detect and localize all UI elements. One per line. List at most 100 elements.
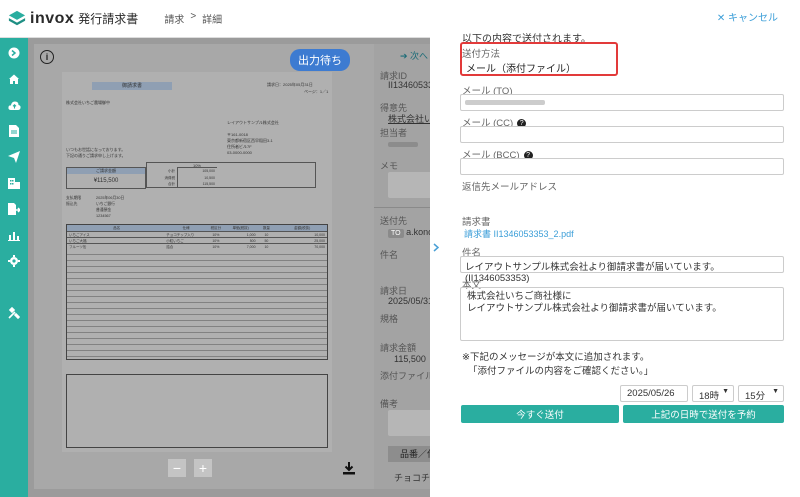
payment-value: 1234567 — [96, 214, 111, 218]
app-logo[interactable]: invox 発行請求書 — [8, 10, 138, 28]
app-subtitle: 発行請求書 — [78, 12, 139, 26]
breadcrumb-invoices[interactable]: 請求 — [164, 11, 184, 26]
doc-date: 請求日：2025年05月31日 — [267, 82, 313, 87]
close-icon: ✕ — [716, 13, 726, 24]
item-spec: 小粒いちご — [166, 239, 184, 243]
send-method-label: 送付方法 — [462, 49, 501, 60]
append-note: ※下記のメッセージが本文に追加されます。 — [462, 352, 650, 363]
invoice-document: 御請求書 請求日：2025年05月31日 ページ：1／1 株式会社いちご農場御中… — [62, 72, 332, 452]
download-icon[interactable] — [342, 461, 356, 478]
gear-icon[interactable] — [0, 248, 28, 274]
send-minute-select[interactable]: 15分 ▼ — [738, 385, 784, 402]
items-table-header: 品番／仕様 — [388, 446, 430, 462]
invoice-file-link[interactable]: 請求書 II1346053353_2.pdf — [464, 227, 574, 240]
info-icon[interactable]: i — [40, 50, 54, 64]
field-label-send-to: 送付先 — [380, 216, 408, 226]
next-link[interactable]: ➔ 次へ — [400, 49, 428, 62]
append-message: 「添付ファイルの内容をご確認ください。」 — [468, 366, 654, 377]
email-to-field[interactable] — [460, 94, 784, 111]
doc-page: ページ：1／1 — [304, 89, 329, 94]
body-field[interactable]: 株式会社いちご商社様に レイアウトサンプル株式会社より御請求書が届いています。 — [460, 287, 784, 341]
field-value-send-to: TO a.kono@in — [388, 227, 430, 238]
send-hour-value: 18時 — [699, 391, 720, 402]
send-hour-select[interactable]: 18時 ▼ — [692, 385, 734, 402]
send-drawer: ✕ キャンセル 以下の内容で送付されます。 送付方法 メール（添付ファイル） メ… — [448, 0, 800, 497]
items-table: 品名 仕様 税区分 単価(税抜) 数量 金額(税抜) いちごアイス チョコチップ… — [66, 224, 328, 360]
tax-rows: 小計 消費税 合計 105,000 10,500 115,500 — [147, 168, 315, 188]
field-value-customer[interactable]: 株式会社いちご — [388, 112, 430, 125]
item-tax: 10% — [212, 239, 220, 243]
item-amount: 25,000 — [314, 239, 325, 243]
building-icon[interactable] — [0, 170, 28, 196]
payment-value: 2025年06月30日 — [96, 196, 125, 200]
empty-rows — [67, 249, 327, 359]
tax-row-value: 115,500 — [202, 182, 215, 186]
field-label-spec: 規格 — [380, 314, 399, 324]
document-icon[interactable] — [0, 118, 28, 144]
next-label: 次へ — [410, 51, 429, 61]
item-amount: 70,000 — [314, 245, 325, 249]
arrow-right-icon[interactable] — [0, 40, 28, 66]
notes-box[interactable] — [388, 410, 430, 436]
divider — [374, 207, 430, 208]
email-to-value-redacted — [465, 100, 545, 105]
chevron-down-icon: ▼ — [772, 388, 779, 395]
to-badge: TO — [388, 229, 404, 238]
cloud-upload-icon[interactable] — [0, 92, 28, 118]
amount-value: ¥115,500 — [93, 178, 119, 184]
zoom-out-button[interactable]: − — [168, 459, 186, 477]
item-price: 7,000 — [246, 245, 256, 249]
items-table-cell: チョコチップ入り — [394, 473, 430, 483]
send-now-button[interactable]: 今すぐ送付 — [461, 405, 619, 423]
item-qty: 50 — [264, 239, 269, 243]
sidebar — [0, 38, 28, 497]
top-bar: invox 発行請求書 請求 > 詳細 — [0, 0, 430, 38]
breadcrumb-detail: 詳細 — [202, 15, 223, 26]
cancel-button[interactable]: ✕ キャンセル — [717, 9, 778, 24]
item-tax: 10% — [212, 245, 220, 249]
items-header-cell: 仕様 — [182, 226, 190, 230]
home-icon[interactable] — [0, 66, 28, 92]
app-name: invox — [30, 9, 75, 27]
item-price: 500 — [249, 239, 256, 243]
item-amount: 10,000 — [314, 233, 325, 237]
field-label-subject: 件名 — [380, 250, 399, 260]
doc-title: 御請求書 — [92, 82, 172, 90]
table-row: いちごアイス チョコチップ入り 10% 1,000 10 10,000 — [67, 231, 327, 237]
send-icon[interactable] — [0, 144, 28, 170]
main-content: i 出力待ち 御請求書 請求日：2025年05月31日 ページ：1／1 株式会社… — [28, 38, 430, 497]
memo-box[interactable] — [388, 172, 430, 198]
field-label-amount: 請求金額 — [380, 343, 417, 353]
amount-block: ご請求金額 ¥115,500 — [66, 167, 146, 189]
body-line: 株式会社いちご商社様に — [467, 291, 572, 302]
item-qty: 10 — [264, 245, 269, 249]
doc-tel: 03-0000-0000 — [227, 150, 252, 155]
field-label-attachment: 添付ファイル — [380, 371, 430, 381]
breadcrumb-separator: > — [190, 11, 197, 22]
body-line: レイアウトサンプル株式会社より御請求書が届いています。 — [467, 303, 722, 314]
send-date-input[interactable]: 2025/05/26 — [620, 385, 688, 402]
zoom-in-button[interactable]: + — [194, 459, 212, 477]
field-value-invoice-id: II1346053353 — [388, 80, 430, 90]
send-to-email: a.kono@in — [406, 227, 430, 237]
export-icon[interactable] — [0, 196, 28, 222]
email-bcc-field[interactable] — [460, 158, 784, 175]
cancel-label: キャンセル — [728, 13, 778, 24]
field-value-invoice-date: 2025/05/31 — [388, 296, 430, 306]
field-value-amount: 115,500 — [394, 354, 426, 364]
tools-icon[interactable] — [0, 300, 28, 326]
payment-value: いちご銀行 — [96, 202, 115, 206]
item-tax: 10% — [212, 233, 220, 237]
schedule-send-button[interactable]: 上記の日時で送付を予約 — [623, 405, 784, 423]
item-name: いちご大福 — [69, 239, 87, 243]
chevron-right-icon[interactable] — [433, 243, 440, 255]
invoice-preview-card: i 出力待ち 御請求書 請求日：2025年05月31日 ページ：1／1 株式会社… — [34, 44, 374, 489]
item-spec: チョコチップ入り — [166, 233, 195, 237]
email-cc-field[interactable] — [460, 126, 784, 143]
payment-info: 支払期限 2025年06月30日 振込先 いちご銀行 普通預金 1234567 — [66, 195, 124, 219]
subject-field[interactable]: レイアウトサンプル株式会社より御請求書が届いています。(II1346053353… — [460, 256, 784, 284]
invoice-detail-panel: ➔ 次へ 請求ID II1346053353 得意先 株式会社いちご 担当者 メ… — [374, 44, 430, 489]
doc-greeting-2: 下記の通りご請求申し上げます。 — [66, 153, 126, 158]
chart-icon[interactable] — [0, 222, 28, 248]
items-header-cell: 数量 — [262, 226, 270, 230]
